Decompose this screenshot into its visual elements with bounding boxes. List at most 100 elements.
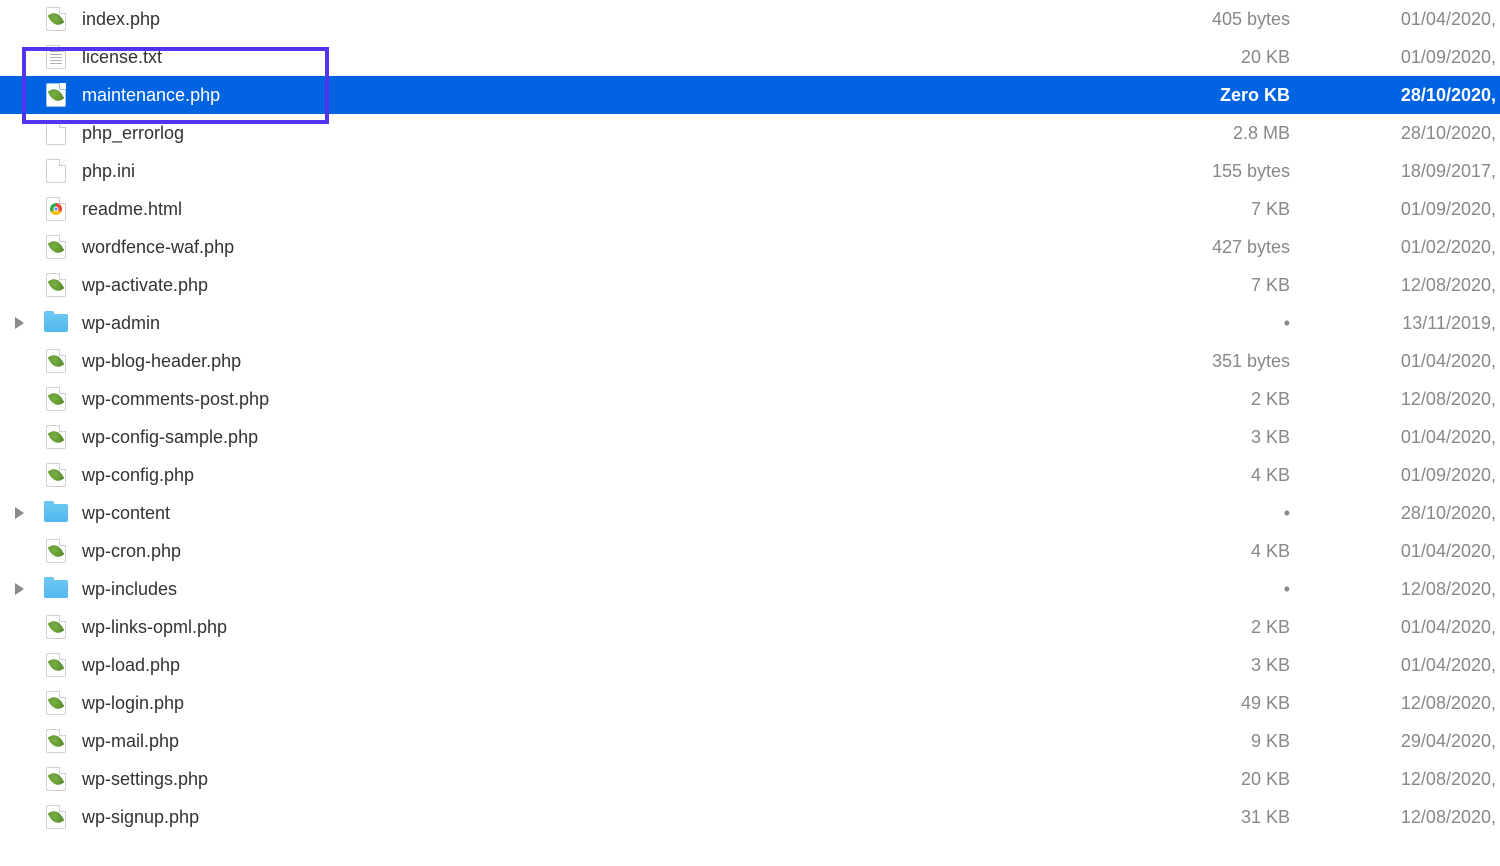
file-row[interactable]: wp-activate.php7 KB12/08/2020, bbox=[0, 266, 1500, 304]
disclosure-cell[interactable] bbox=[0, 583, 38, 595]
file-name[interactable]: wp-config.php bbox=[74, 465, 1140, 486]
file-size: 9 KB bbox=[1140, 731, 1320, 752]
file-date: 28/10/2020, bbox=[1320, 503, 1500, 524]
file-row[interactable]: wp-config.php4 KB01/09/2020, bbox=[0, 456, 1500, 494]
file-size: 2 KB bbox=[1140, 389, 1320, 410]
disclosure-triangle-icon[interactable] bbox=[15, 317, 24, 329]
php-file-icon bbox=[46, 387, 66, 411]
file-date: 12/08/2020, bbox=[1320, 807, 1500, 828]
file-date: 28/10/2020, bbox=[1320, 85, 1500, 106]
file-row[interactable]: wp-cron.php4 KB01/04/2020, bbox=[0, 532, 1500, 570]
file-date: 01/09/2020, bbox=[1320, 47, 1500, 68]
file-name[interactable]: license.txt bbox=[74, 47, 1140, 68]
php-file-icon bbox=[46, 767, 66, 791]
file-size: 2 KB bbox=[1140, 617, 1320, 638]
file-name[interactable]: wp-links-opml.php bbox=[74, 617, 1140, 638]
file-row[interactable]: wordfence-waf.php427 bytes01/02/2020, bbox=[0, 228, 1500, 266]
disclosure-triangle-icon[interactable] bbox=[15, 507, 24, 519]
disclosure-cell[interactable] bbox=[0, 507, 38, 519]
file-row[interactable]: index.php405 bytes01/04/2020, bbox=[0, 0, 1500, 38]
file-name[interactable]: php_errorlog bbox=[74, 123, 1140, 144]
file-row[interactable]: readme.html7 KB01/09/2020, bbox=[0, 190, 1500, 228]
file-date: 01/09/2020, bbox=[1320, 199, 1500, 220]
file-name[interactable]: wp-mail.php bbox=[74, 731, 1140, 752]
file-date: 01/04/2020, bbox=[1320, 9, 1500, 30]
icon-cell bbox=[38, 387, 74, 411]
file-row[interactable]: wp-comments-post.php2 KB12/08/2020, bbox=[0, 380, 1500, 418]
file-name[interactable]: php.ini bbox=[74, 161, 1140, 182]
icon-cell bbox=[38, 580, 74, 598]
file-row[interactable]: wp-content•28/10/2020, bbox=[0, 494, 1500, 532]
file-size: 3 KB bbox=[1140, 655, 1320, 676]
file-name[interactable]: index.php bbox=[74, 9, 1140, 30]
file-name[interactable]: wp-includes bbox=[74, 579, 1140, 600]
file-row[interactable]: php.ini155 bytes18/09/2017, bbox=[0, 152, 1500, 190]
file-row[interactable]: maintenance.phpZero KB28/10/2020, bbox=[0, 76, 1500, 114]
php-file-icon bbox=[46, 729, 66, 753]
file-name[interactable]: wp-content bbox=[74, 503, 1140, 524]
php-file-icon bbox=[46, 425, 66, 449]
icon-cell bbox=[38, 7, 74, 31]
php-file-icon bbox=[46, 7, 66, 31]
php-file-icon bbox=[46, 235, 66, 259]
file-name[interactable]: readme.html bbox=[74, 199, 1140, 220]
file-size: 7 KB bbox=[1140, 275, 1320, 296]
icon-cell bbox=[38, 504, 74, 522]
file-size: 20 KB bbox=[1140, 769, 1320, 790]
file-date: 12/08/2020, bbox=[1320, 389, 1500, 410]
file-name[interactable]: wp-comments-post.php bbox=[74, 389, 1140, 410]
icon-cell bbox=[38, 463, 74, 487]
file-size: 3 KB bbox=[1140, 427, 1320, 448]
file-name[interactable]: wordfence-waf.php bbox=[74, 237, 1140, 258]
icon-cell bbox=[38, 235, 74, 259]
file-list: index.php405 bytes01/04/2020,license.txt… bbox=[0, 0, 1500, 836]
php-file-icon bbox=[46, 691, 66, 715]
disclosure-cell[interactable] bbox=[0, 317, 38, 329]
icon-cell bbox=[38, 539, 74, 563]
file-name[interactable]: wp-settings.php bbox=[74, 769, 1140, 790]
file-date: 28/10/2020, bbox=[1320, 123, 1500, 144]
file-date: 01/04/2020, bbox=[1320, 617, 1500, 638]
file-date: 18/09/2017, bbox=[1320, 161, 1500, 182]
file-row[interactable]: wp-signup.php31 KB12/08/2020, bbox=[0, 798, 1500, 836]
file-size: 49 KB bbox=[1140, 693, 1320, 714]
file-name[interactable]: wp-blog-header.php bbox=[74, 351, 1140, 372]
file-row[interactable]: wp-admin•13/11/2019, bbox=[0, 304, 1500, 342]
file-row[interactable]: license.txt20 KB01/09/2020, bbox=[0, 38, 1500, 76]
file-date: 12/08/2020, bbox=[1320, 693, 1500, 714]
file-name[interactable]: wp-cron.php bbox=[74, 541, 1140, 562]
file-date: 01/09/2020, bbox=[1320, 465, 1500, 486]
file-date: 01/04/2020, bbox=[1320, 427, 1500, 448]
file-row[interactable]: wp-config-sample.php3 KB01/04/2020, bbox=[0, 418, 1500, 456]
php-file-icon bbox=[46, 463, 66, 487]
icon-cell bbox=[38, 691, 74, 715]
icon-cell bbox=[38, 273, 74, 297]
file-name[interactable]: wp-config-sample.php bbox=[74, 427, 1140, 448]
file-name[interactable]: wp-load.php bbox=[74, 655, 1140, 676]
file-date: 12/08/2020, bbox=[1320, 769, 1500, 790]
file-row[interactable]: wp-mail.php9 KB29/04/2020, bbox=[0, 722, 1500, 760]
php-file-icon bbox=[46, 83, 66, 107]
file-size: 427 bytes bbox=[1140, 237, 1320, 258]
icon-cell bbox=[38, 653, 74, 677]
icon-cell bbox=[38, 197, 74, 221]
file-name[interactable]: wp-signup.php bbox=[74, 807, 1140, 828]
file-row[interactable]: wp-settings.php20 KB12/08/2020, bbox=[0, 760, 1500, 798]
file-row[interactable]: wp-blog-header.php351 bytes01/04/2020, bbox=[0, 342, 1500, 380]
file-name[interactable]: maintenance.php bbox=[74, 85, 1140, 106]
file-size: 4 KB bbox=[1140, 465, 1320, 486]
file-name[interactable]: wp-activate.php bbox=[74, 275, 1140, 296]
file-size: Zero KB bbox=[1140, 85, 1320, 106]
file-name[interactable]: wp-admin bbox=[74, 313, 1140, 334]
file-row[interactable]: wp-login.php49 KB12/08/2020, bbox=[0, 684, 1500, 722]
file-size: 7 KB bbox=[1140, 199, 1320, 220]
file-row[interactable]: wp-links-opml.php2 KB01/04/2020, bbox=[0, 608, 1500, 646]
file-name[interactable]: wp-login.php bbox=[74, 693, 1140, 714]
file-date: 13/11/2019, bbox=[1320, 313, 1500, 334]
file-row[interactable]: wp-includes•12/08/2020, bbox=[0, 570, 1500, 608]
disclosure-triangle-icon[interactable] bbox=[15, 583, 24, 595]
file-row[interactable]: wp-load.php3 KB01/04/2020, bbox=[0, 646, 1500, 684]
file-size: 20 KB bbox=[1140, 47, 1320, 68]
file-date: 01/04/2020, bbox=[1320, 541, 1500, 562]
file-row[interactable]: php_errorlog2.8 MB28/10/2020, bbox=[0, 114, 1500, 152]
